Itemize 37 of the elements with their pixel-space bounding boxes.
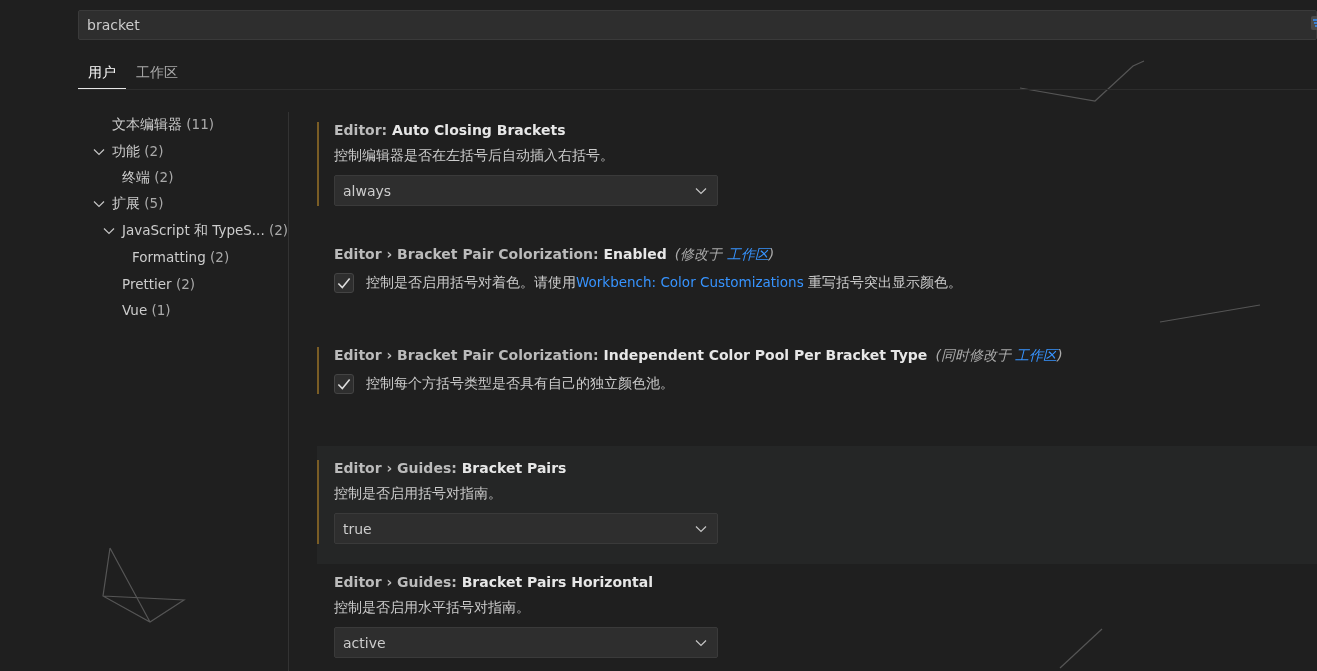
- chevron-down-icon[interactable]: [695, 524, 707, 533]
- search-field[interactable]: bracket: [78, 10, 1317, 40]
- chevron-down-icon[interactable]: [695, 638, 707, 647]
- toc-item[interactable]: 功能 (2): [112, 142, 164, 161]
- setting-title: Editor: Auto Closing Brackets: [334, 122, 566, 138]
- toc-item[interactable]: 文本编辑器 (11): [112, 116, 214, 135]
- setting-title: Editor › Bracket Pair Colorization: Enabled: [334, 246, 667, 262]
- toc-item[interactable]: Vue (1): [122, 301, 171, 318]
- setting-description: 控制是否启用括号对着色。请使用Workbench: Color Customizations 重写括号突出显示颜色。: [366, 274, 962, 292]
- modified-note: (同时修改于 工作区): [935, 347, 1063, 365]
- chevron-icon[interactable]: [103, 226, 115, 235]
- setting-description: 控制每个方括号类型是否具有自己的独立颜色池。: [366, 375, 674, 393]
- workspace-link[interactable]: 工作区: [1015, 347, 1058, 363]
- toc-item[interactable]: 终端 (2): [122, 168, 174, 187]
- chevron-icon[interactable]: [93, 200, 105, 209]
- setting-title: Editor › Guides: Bracket Pairs Horizontal: [334, 574, 653, 590]
- settings-tab[interactable]: 用户: [78, 64, 126, 89]
- settings-link[interactable]: Workbench: Color Customizations: [576, 274, 804, 290]
- value-dropdown[interactable]: always: [334, 175, 718, 206]
- toc-item[interactable]: 扩展 (5): [112, 195, 164, 214]
- toc-item[interactable]: Prettier (2): [122, 275, 196, 292]
- settings-tab[interactable]: 工作区: [126, 64, 188, 89]
- chevron-down-icon[interactable]: [695, 186, 707, 195]
- modified-note: (修改于 工作区): [674, 246, 775, 264]
- chevron-icon[interactable]: [93, 147, 105, 156]
- setting-title: Editor › Bracket Pair Colorization: Independent Color Pool Per Bracket Type: [334, 347, 928, 363]
- workspace-link[interactable]: 工作区: [726, 246, 769, 262]
- toc-item[interactable]: Formatting (2): [132, 249, 230, 266]
- toc-item[interactable]: JavaScript 和 TypeS... (2): [122, 221, 289, 240]
- value-dropdown[interactable]: active: [334, 627, 718, 658]
- setting-description: 控制是否启用括号对指南。: [334, 485, 503, 503]
- setting-description: 控制编辑器是否在左括号后自动插入右括号。: [334, 147, 615, 165]
- checkbox[interactable]: [334, 374, 354, 394]
- setting-title: Editor › Guides: Bracket Pairs: [334, 460, 567, 476]
- setting-description: 控制是否启用水平括号对指南。: [334, 599, 531, 617]
- checkbox[interactable]: [334, 273, 354, 293]
- value-dropdown[interactable]: true: [334, 513, 718, 544]
